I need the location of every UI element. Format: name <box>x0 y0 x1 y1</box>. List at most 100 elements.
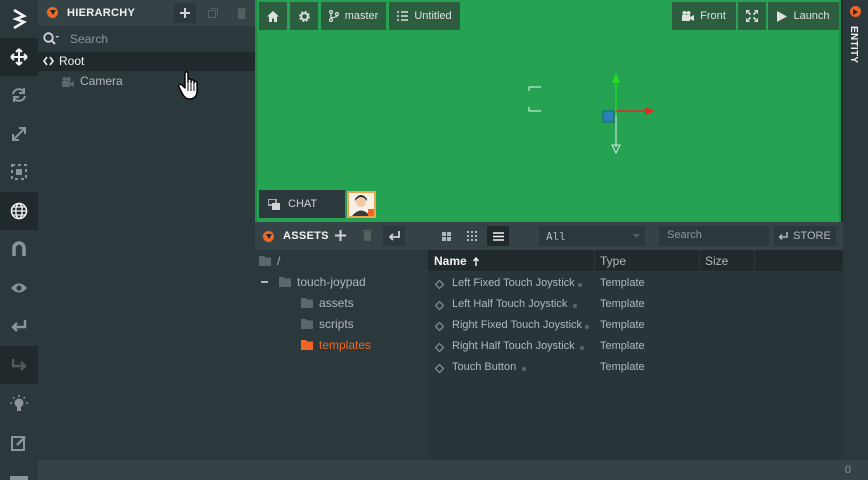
view-list-button[interactable] <box>487 226 509 246</box>
lightmapper-bulb-icon[interactable] <box>0 385 38 423</box>
code-editor-icon[interactable] <box>0 424 38 462</box>
status-count: 0 <box>844 464 851 476</box>
assets-title: ASSETS <box>283 230 329 242</box>
template-icon <box>435 364 444 373</box>
root-label: Root <box>59 54 85 68</box>
view-grid-small-button[interactable] <box>461 226 483 246</box>
template-icon <box>435 280 444 289</box>
store-button[interactable]: STORE <box>774 226 836 246</box>
hierarchy-item-root[interactable]: Root <box>38 52 255 71</box>
table-row[interactable]: Touch Button Template <box>428 358 843 379</box>
camera-select-button[interactable]: Front <box>672 2 736 30</box>
table-row[interactable]: Right Fixed Touch Joystick Template <box>428 316 843 337</box>
hand-cursor-icon <box>178 71 202 101</box>
undo-icon[interactable] <box>0 307 38 345</box>
hierarchy-panel: HIERARCHY Search Root Camera <box>38 0 255 460</box>
folder-icon <box>279 276 291 287</box>
add-asset-button[interactable] <box>335 230 346 241</box>
asset-type: Template <box>600 319 645 331</box>
collapse-minus-icon[interactable] <box>261 280 268 283</box>
expand-icon <box>746 10 758 22</box>
store-icon <box>779 231 788 240</box>
hierarchy-header: HIERARCHY <box>38 0 255 26</box>
asset-back-button[interactable] <box>383 226 405 246</box>
table-row[interactable]: Right Half Touch Joystick Template <box>428 337 843 358</box>
logo-icon[interactable] <box>0 0 38 38</box>
viewport[interactable]: master Untitled Front Launch CHAT <box>255 0 841 222</box>
branch-button[interactable]: master <box>321 2 386 30</box>
chevron-down-icon <box>633 234 640 238</box>
list-icon <box>397 11 409 21</box>
move-tool-icon[interactable] <box>0 38 38 76</box>
table-row[interactable]: Left Fixed Touch Joystick Template <box>428 274 843 295</box>
entity-tab-label: ENTITY <box>848 26 859 64</box>
folder-item-scripts[interactable]: scripts <box>301 313 354 334</box>
column-type[interactable]: Type <box>600 254 626 268</box>
back-arrow-icon <box>388 231 400 241</box>
hierarchy-item-camera[interactable]: Camera <box>38 72 255 91</box>
column-size[interactable]: Size <box>705 254 728 268</box>
redo-icon[interactable] <box>0 346 38 384</box>
settings-icon[interactable] <box>0 462 38 480</box>
scale-tool-icon[interactable] <box>0 115 38 153</box>
launch-button[interactable]: Launch <box>768 2 839 30</box>
status-dot <box>580 346 584 350</box>
settings-button[interactable] <box>290 2 318 30</box>
folder-item-root[interactable]: / <box>259 250 280 271</box>
collapse-assets-icon[interactable] <box>263 231 274 242</box>
asset-type: Template <box>600 361 645 373</box>
home-button[interactable] <box>259 2 287 30</box>
assets-panel: ASSETS All Search STORE / touch-joypad a… <box>255 222 843 460</box>
resize-element-tool-icon[interactable] <box>0 153 38 191</box>
asset-type: Template <box>600 277 645 289</box>
asset-type: Template <box>600 298 645 310</box>
search-icon[interactable] <box>43 32 59 45</box>
column-name-label: Name <box>434 254 467 268</box>
hierarchy-search[interactable]: Search <box>38 27 255 51</box>
column-divider <box>699 250 700 272</box>
delete-asset-button[interactable] <box>363 230 372 241</box>
folder-label: / <box>277 253 281 268</box>
asset-filter-select[interactable]: All <box>539 226 645 246</box>
folder-icon <box>301 318 313 329</box>
folder-label: templates <box>319 337 372 352</box>
column-divider <box>754 250 755 272</box>
folder-item-touch-joypad[interactable]: touch-joypad <box>261 271 366 292</box>
trash-icon <box>363 230 372 241</box>
folder-item-templates[interactable]: templates <box>301 334 371 355</box>
status-dot <box>522 367 526 371</box>
snap-magnet-icon[interactable] <box>0 230 38 268</box>
folder-label: assets <box>319 295 354 310</box>
asset-file-list: Name Type Size Left Fixed Touch Joystick… <box>428 250 843 460</box>
rotate-tool-icon[interactable] <box>0 76 38 114</box>
user-avatar[interactable] <box>347 191 376 218</box>
delete-entity-button[interactable] <box>230 3 252 23</box>
asset-search-input[interactable]: Search <box>659 226 769 246</box>
camera-label: Camera <box>80 74 123 88</box>
camera-icon <box>682 11 695 21</box>
collapse-panel-icon[interactable] <box>47 7 58 18</box>
asset-name: Right Half Touch Joystick <box>452 340 575 352</box>
folder-item-assets[interactable]: assets <box>301 292 354 313</box>
column-name[interactable]: Name <box>434 254 479 268</box>
table-row[interactable]: Left Half Touch Joystick Template <box>428 295 843 316</box>
tools-toolbar <box>0 0 38 480</box>
world-coordinates-icon[interactable] <box>0 192 38 230</box>
gear-icon <box>298 10 310 22</box>
asset-name: Touch Button <box>452 361 517 373</box>
entity-panel-tab[interactable]: ENTITY <box>843 0 868 460</box>
scene-label: Untitled <box>414 10 452 22</box>
chat-label: CHAT <box>288 198 318 210</box>
chat-button[interactable]: CHAT <box>259 190 345 218</box>
view-eye-icon[interactable] <box>0 269 38 307</box>
add-entity-button[interactable] <box>174 3 196 23</box>
translate-gizmo[interactable] <box>600 71 660 155</box>
duplicate-entity-button[interactable] <box>202 3 224 23</box>
status-bar: 0 <box>38 460 868 480</box>
hierarchy-search-placeholder: Search <box>70 32 109 46</box>
view-grid-large-button[interactable] <box>435 226 457 246</box>
fullscreen-button[interactable] <box>738 2 766 30</box>
expand-entity-icon[interactable] <box>850 6 861 17</box>
scene-button[interactable]: Untitled <box>389 2 460 30</box>
asset-search-placeholder: Search <box>667 229 702 241</box>
